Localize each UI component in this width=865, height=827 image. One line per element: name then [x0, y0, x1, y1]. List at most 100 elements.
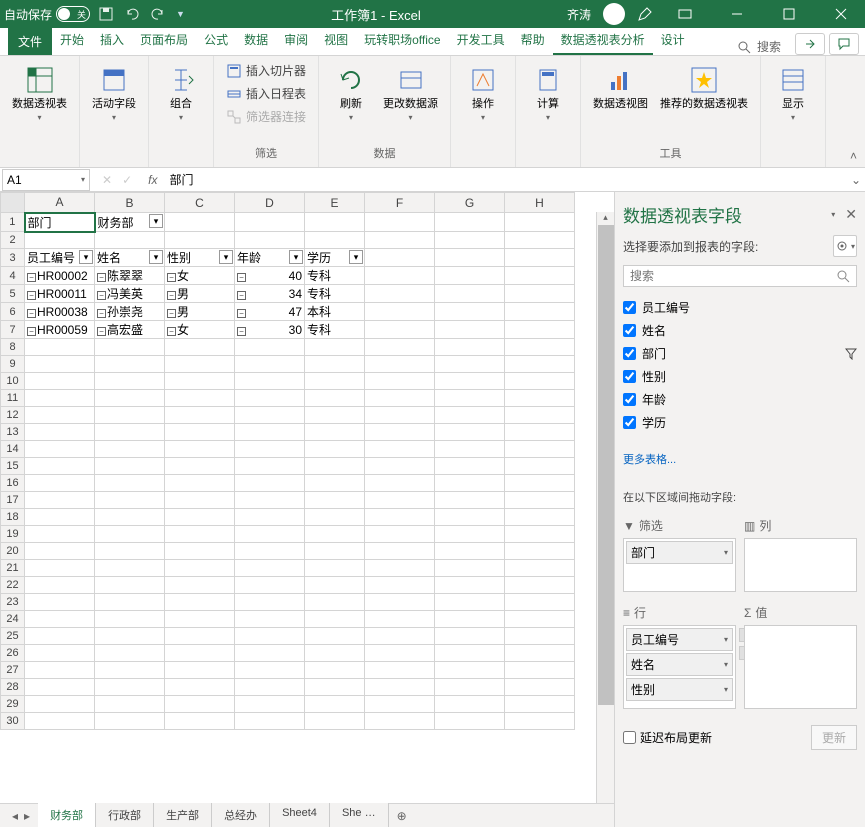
tab-开始[interactable]: 开始	[52, 25, 92, 55]
share-button[interactable]	[795, 33, 825, 55]
cell-G6[interactable]	[435, 303, 505, 321]
cell-F11[interactable]	[365, 390, 435, 407]
cell-D21[interactable]	[235, 560, 305, 577]
cell-B29[interactable]	[95, 696, 165, 713]
user-name[interactable]: 齐涛	[567, 6, 591, 23]
cell-D24[interactable]	[235, 611, 305, 628]
cell-G3[interactable]	[435, 249, 505, 267]
cell-A10[interactable]	[25, 373, 95, 390]
cell-G2[interactable]	[435, 232, 505, 249]
update-button[interactable]: 更新	[811, 725, 857, 750]
more-tables-link[interactable]: 更多表格...	[623, 443, 857, 475]
cell-B6[interactable]: −孙崇尧	[95, 303, 165, 321]
cell-E1[interactable]	[305, 213, 365, 232]
row-header-11[interactable]: 11	[1, 390, 25, 407]
cell-F1[interactable]	[365, 213, 435, 232]
cell-A28[interactable]	[25, 679, 95, 696]
cell-A13[interactable]	[25, 424, 95, 441]
name-box[interactable]: A1▾	[2, 169, 90, 191]
vertical-scrollbar[interactable]: ▴	[596, 212, 614, 803]
cell-A21[interactable]	[25, 560, 95, 577]
field-search-input[interactable]	[630, 269, 836, 283]
cell-B5[interactable]: −冯美英	[95, 285, 165, 303]
cell-F30[interactable]	[365, 713, 435, 730]
cell-E19[interactable]	[305, 526, 365, 543]
cell-A30[interactable]	[25, 713, 95, 730]
enter-icon[interactable]: ✓	[122, 173, 132, 187]
row-header-7[interactable]: 7	[1, 321, 25, 339]
col-header-D[interactable]: D	[235, 193, 305, 213]
tab-file[interactable]: 文件	[8, 28, 52, 55]
cell-C28[interactable]	[165, 679, 235, 696]
cell-D7[interactable]: −30	[235, 321, 305, 339]
cell-A22[interactable]	[25, 577, 95, 594]
cell-H3[interactable]	[505, 249, 575, 267]
cell-B18[interactable]	[95, 509, 165, 526]
tab-帮助[interactable]: 帮助	[513, 25, 553, 55]
row-header-4[interactable]: 4	[1, 267, 25, 285]
sheet-tab-财务部[interactable]: 财务部	[38, 803, 96, 827]
active-field-button[interactable]: 活动字段▾	[88, 60, 140, 126]
col-header-C[interactable]: C	[165, 193, 235, 213]
col-header-E[interactable]: E	[305, 193, 365, 213]
cell-B22[interactable]	[95, 577, 165, 594]
row-header-19[interactable]: 19	[1, 526, 25, 543]
cell-D23[interactable]	[235, 594, 305, 611]
area-chip-性别[interactable]: 性别▾	[626, 678, 733, 701]
row-header-12[interactable]: 12	[1, 407, 25, 424]
calc-button[interactable]: 计算▾	[524, 60, 572, 126]
sheet-nav-next-icon[interactable]: ▸	[24, 809, 30, 823]
cell-B14[interactable]	[95, 441, 165, 458]
cell-G17[interactable]	[435, 492, 505, 509]
cell-A25[interactable]	[25, 628, 95, 645]
tab-公式[interactable]: 公式	[196, 25, 236, 55]
cell-C18[interactable]	[165, 509, 235, 526]
cell-A7[interactable]: −HR00059	[25, 321, 95, 339]
cell-C30[interactable]	[165, 713, 235, 730]
cell-C3[interactable]: 性别▾	[165, 249, 235, 267]
cell-C13[interactable]	[165, 424, 235, 441]
save-icon[interactable]	[98, 6, 114, 22]
cell-E2[interactable]	[305, 232, 365, 249]
show-button[interactable]: 显示▾	[769, 60, 817, 126]
cell-F4[interactable]	[365, 267, 435, 285]
cell-G18[interactable]	[435, 509, 505, 526]
refresh-button[interactable]: 刷新▾	[327, 60, 375, 126]
cell-F13[interactable]	[365, 424, 435, 441]
cell-C23[interactable]	[165, 594, 235, 611]
field-checkbox[interactable]	[623, 416, 636, 429]
cell-C21[interactable]	[165, 560, 235, 577]
pane-options-icon[interactable]: ▾	[831, 210, 835, 219]
cell-A1[interactable]: 部门	[25, 213, 95, 232]
row-header-26[interactable]: 26	[1, 645, 25, 662]
cell-D13[interactable]	[235, 424, 305, 441]
cell-A26[interactable]	[25, 645, 95, 662]
cell-H1[interactable]	[505, 213, 575, 232]
cell-D19[interactable]	[235, 526, 305, 543]
cell-E18[interactable]	[305, 509, 365, 526]
row-header-30[interactable]: 30	[1, 713, 25, 730]
field-item-姓名[interactable]: 姓名	[623, 322, 857, 339]
change-source-button[interactable]: 更改数据源▾	[379, 60, 442, 126]
cell-A17[interactable]	[25, 492, 95, 509]
area-columns-body[interactable]	[744, 538, 857, 592]
cell-G1[interactable]	[435, 213, 505, 232]
cell-H5[interactable]	[505, 285, 575, 303]
cell-C25[interactable]	[165, 628, 235, 645]
cell-B19[interactable]	[95, 526, 165, 543]
cell-E24[interactable]	[305, 611, 365, 628]
cell-B17[interactable]	[95, 492, 165, 509]
cell-H21[interactable]	[505, 560, 575, 577]
cell-C16[interactable]	[165, 475, 235, 492]
sheet-tab-She …[interactable]: She …	[330, 803, 389, 827]
row-header-28[interactable]: 28	[1, 679, 25, 696]
cell-A3[interactable]: 员工编号▾	[25, 249, 95, 267]
cell-H6[interactable]	[505, 303, 575, 321]
cell-C9[interactable]	[165, 356, 235, 373]
tab-插入[interactable]: 插入	[92, 25, 132, 55]
sheet-tab-总经办[interactable]: 总经办	[212, 803, 270, 827]
field-item-员工编号[interactable]: 员工编号	[623, 299, 857, 316]
cell-H12[interactable]	[505, 407, 575, 424]
cell-B23[interactable]	[95, 594, 165, 611]
cell-E3[interactable]: 学历▾	[305, 249, 365, 267]
